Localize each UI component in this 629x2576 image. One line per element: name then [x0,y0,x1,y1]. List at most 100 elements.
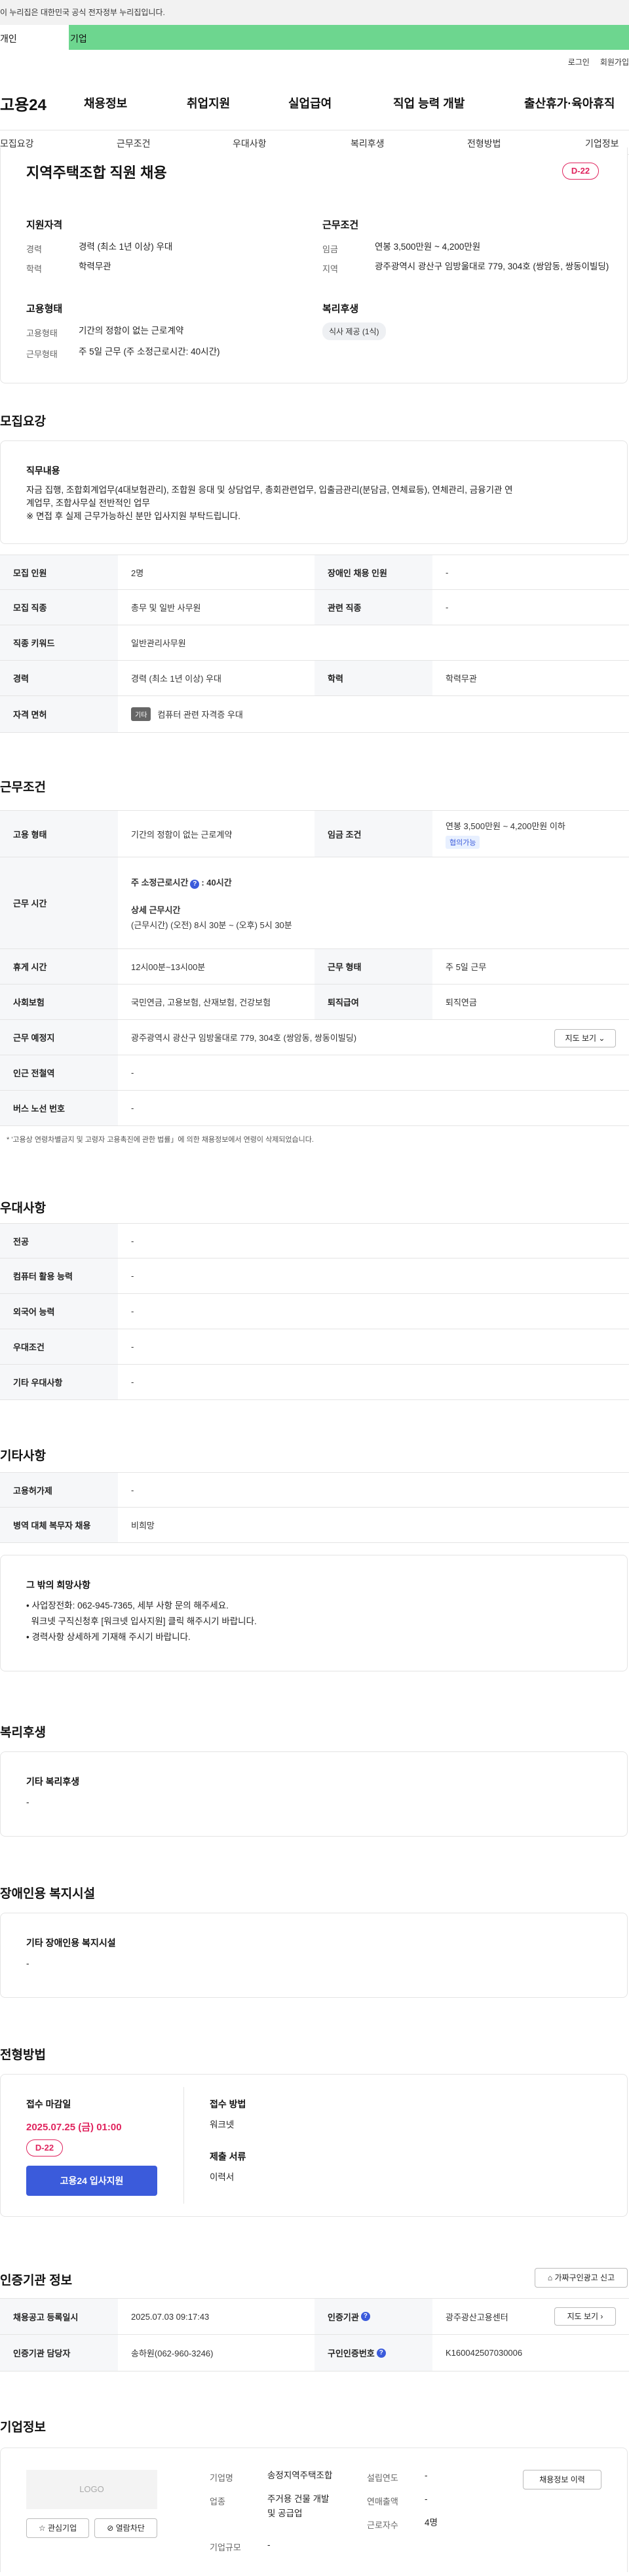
gnb-item-jobs[interactable]: 채용정보 [84,94,127,111]
selection-dday-badge: D-22 [26,2139,63,2156]
map-button[interactable]: 지도 보기 ⌄ [554,1029,616,1047]
row-label: 병역 대체 복무자 채용 [0,1508,118,1542]
wage-text: 연봉 3,500만원 ~ 4,200만원 이하 [446,821,565,831]
row-label: 인근 전철역 [0,1055,118,1090]
report-button-label: 가짜구인광고 신고 [554,2273,615,2282]
star-icon: ☆ [38,2524,46,2533]
welfare-tag: 식사 제공 (1식) [322,322,386,340]
worktype-value: 주 5일 근무 (주 소정근로시간: 40시간) [79,347,220,357]
table-row: 고용허가제 - [0,1472,629,1508]
hiring-history-button[interactable]: 채용정보 이력 [523,2470,601,2489]
industry-value-1: 주거용 건물 개발 [267,2494,330,2504]
row-value: - [131,1306,134,1316]
table-row: 인근 전철역 - [0,1055,629,1091]
row-value: K160042507030006 [446,2348,523,2358]
etc-box-heading: 그 밖의 희망사항 [26,1580,90,1590]
gnb-item-unemployment-benefit[interactable]: 실업급여 [288,94,332,111]
method-heading: 접수 방법 [210,2099,246,2109]
row-value: - [131,1271,134,1281]
table-row: 고용 형태 기간의 정함이 없는 근로계약 임금 조건 연봉 3,500만원 ~… [0,810,629,857]
row-label: 기타 우대사항 [0,1365,118,1399]
table-row: 채용공고 등록일시 2025.07.03 09:17:43 인증기관? 광주광산… [0,2298,629,2335]
chevron-down-icon: ⌄ [598,1034,605,1043]
row-label: 버스 노선 번호 [0,1091,118,1125]
cert-heading: 인증기관 정보 [0,2274,73,2288]
row-label: 전공 [0,1224,118,1258]
info-icon[interactable]: ? [190,879,200,889]
row-value: 주 소정근로시간?: 40시간 상세 근무시간 (근무시간) (오전) 8시 3… [118,857,616,948]
row-value: 총무 및 일반 사무원 [131,603,201,613]
hours-detail-label: 상세 근무시간 [131,905,181,915]
row-label: 임금 조건 [314,811,432,857]
size-label: 기업규모 [210,2543,241,2552]
gnb-item-parental-leave[interactable]: 출산휴가·육아휴직 [524,94,615,111]
info-icon[interactable]: ? [376,2348,386,2358]
row-label: 모집 직종 [0,590,118,625]
table-row: 컴퓨터 활용 능력 - [0,1259,629,1294]
site-logo[interactable]: 고용24 [0,92,47,115]
duty-line-3: ※ 면접 후 실제 근무가능하신 분만 입사지원 부탁드립니다. [26,511,240,521]
info-icon[interactable]: ? [360,2312,370,2321]
career-value: 경력 (최소 1년 이상) 우대 [79,242,173,252]
employees-value: 4명 [425,2518,438,2527]
table-row: 자격 면허 기타 컴퓨터 관련 자격증 우대 [0,696,629,733]
megaphone-icon: ⌂ [547,2273,553,2282]
table-row: 병역 대체 복무자 채용 비희망 [0,1508,629,1543]
global-nav: 고용24 채용정보 취업지원 실업급여 직업 능력 개발 출산휴가·육아휴직 [0,85,629,118]
row-value: 광주광산고용센터 [446,2312,508,2322]
wage-label: 임금 [322,244,338,254]
block-button-label: 열람차단 [115,2524,145,2533]
tab-personal[interactable]: 개인 [0,25,69,50]
row-value: - [131,1342,134,1352]
row-value: 광주광역시 광산구 임방울대로 779, 304호 (쌍암동, 쌍동이빌딩) [131,1033,357,1043]
table-row: 근무 시간 주 소정근로시간?: 40시간 상세 근무시간 (근무시간) (오전… [0,857,629,949]
company-box [0,2448,628,2572]
docs-value: 이력서 [210,2172,235,2182]
welfare-heading: 복리후생 [322,303,359,315]
divider [183,2087,184,2204]
gnb-item-employment-support[interactable]: 취업지원 [187,94,230,111]
row-label: 경력 [0,661,118,695]
table-row: 기타 우대사항 - [0,1365,629,1400]
row-label: 우대조건 [0,1329,118,1364]
company-heading: 기업정보 [0,2421,46,2434]
row-value: - [131,1236,134,1246]
cert-map-button[interactable]: 지도 보기 › [554,2307,616,2326]
user-tabs: 개인 기업 [0,25,629,50]
row-value: 송하원(062-960-3246) [131,2349,214,2358]
row-label: 사회보험 [0,985,118,1019]
table-row: 외국어 능력 - [0,1294,629,1329]
row-value: 일반관리사무원 [131,638,186,648]
table-row: 근무 예정지 광주광역시 광산구 임방울대로 779, 304호 (쌍암동, 쌍… [0,1020,629,1055]
gnb-item-skill-development[interactable]: 직업 능력 개발 [393,94,465,111]
etc-line-2: 워크넷 구직신청후 [워크넷 입사지원] 클릭 해주시기 바랍니다. [26,1616,257,1626]
hours-weekly-label: 주 소정근로시간 [131,877,189,888]
block-icon: ⊘ [107,2524,114,2533]
row-label: 근무 형태 [314,949,432,984]
cert-agency-label: 인증기관 [328,2312,359,2322]
row-label: 근무 시간 [0,857,118,948]
row-label: 모집 인원 [0,555,118,589]
row-value: 연봉 3,500만원 ~ 4,200만원 이하 협의가능 [432,811,565,857]
table-row: 모집 인원 2명 장애인 채용 인원 - [0,555,629,590]
row-label: 관련 직종 [314,590,432,625]
login-link[interactable]: 로그인 [568,56,590,68]
license-badge: 기타 [131,707,151,721]
row-label: 구인인증번호? [314,2335,432,2371]
row-label: 고용허가제 [0,1473,118,1507]
etc-line-1: • 사업장전화: 062-945-7365, 세부 사항 문의 해주세요. [26,1601,229,1610]
join-link[interactable]: 회원가입 [600,56,629,68]
tab-company[interactable]: 기업 [69,25,87,50]
duty-line-1: 자금 집행, 조합회계업무(4대보험관리), 조합원 응대 및 상담업무, 총회… [26,485,513,495]
block-button[interactable]: ⊘ 열람차단 [94,2518,157,2538]
deadline-value: 2025.07.25 (금) 01:00 [26,2122,122,2133]
row-value: 12시00분~13시00분 [131,962,206,972]
wage-value: 연봉 3,500만원 ~ 4,200만원 [375,242,481,252]
apply-button[interactable]: 고용24 입사지원 [26,2166,157,2196]
report-button[interactable]: ⌂ 가짜구인광고 신고 [535,2268,628,2288]
age-note: * '고용상 연령차별금지 및 고령자 고용촉진에 관한 법률」에 의한 채용정… [7,1136,314,1144]
row-label: 장애인 채용 인원 [314,555,432,589]
deadline-heading: 접수 마감일 [26,2099,71,2109]
favorite-button[interactable]: ☆ 관심기업 [26,2518,89,2538]
license-text: 컴퓨터 관련 자격증 우대 [157,710,243,720]
